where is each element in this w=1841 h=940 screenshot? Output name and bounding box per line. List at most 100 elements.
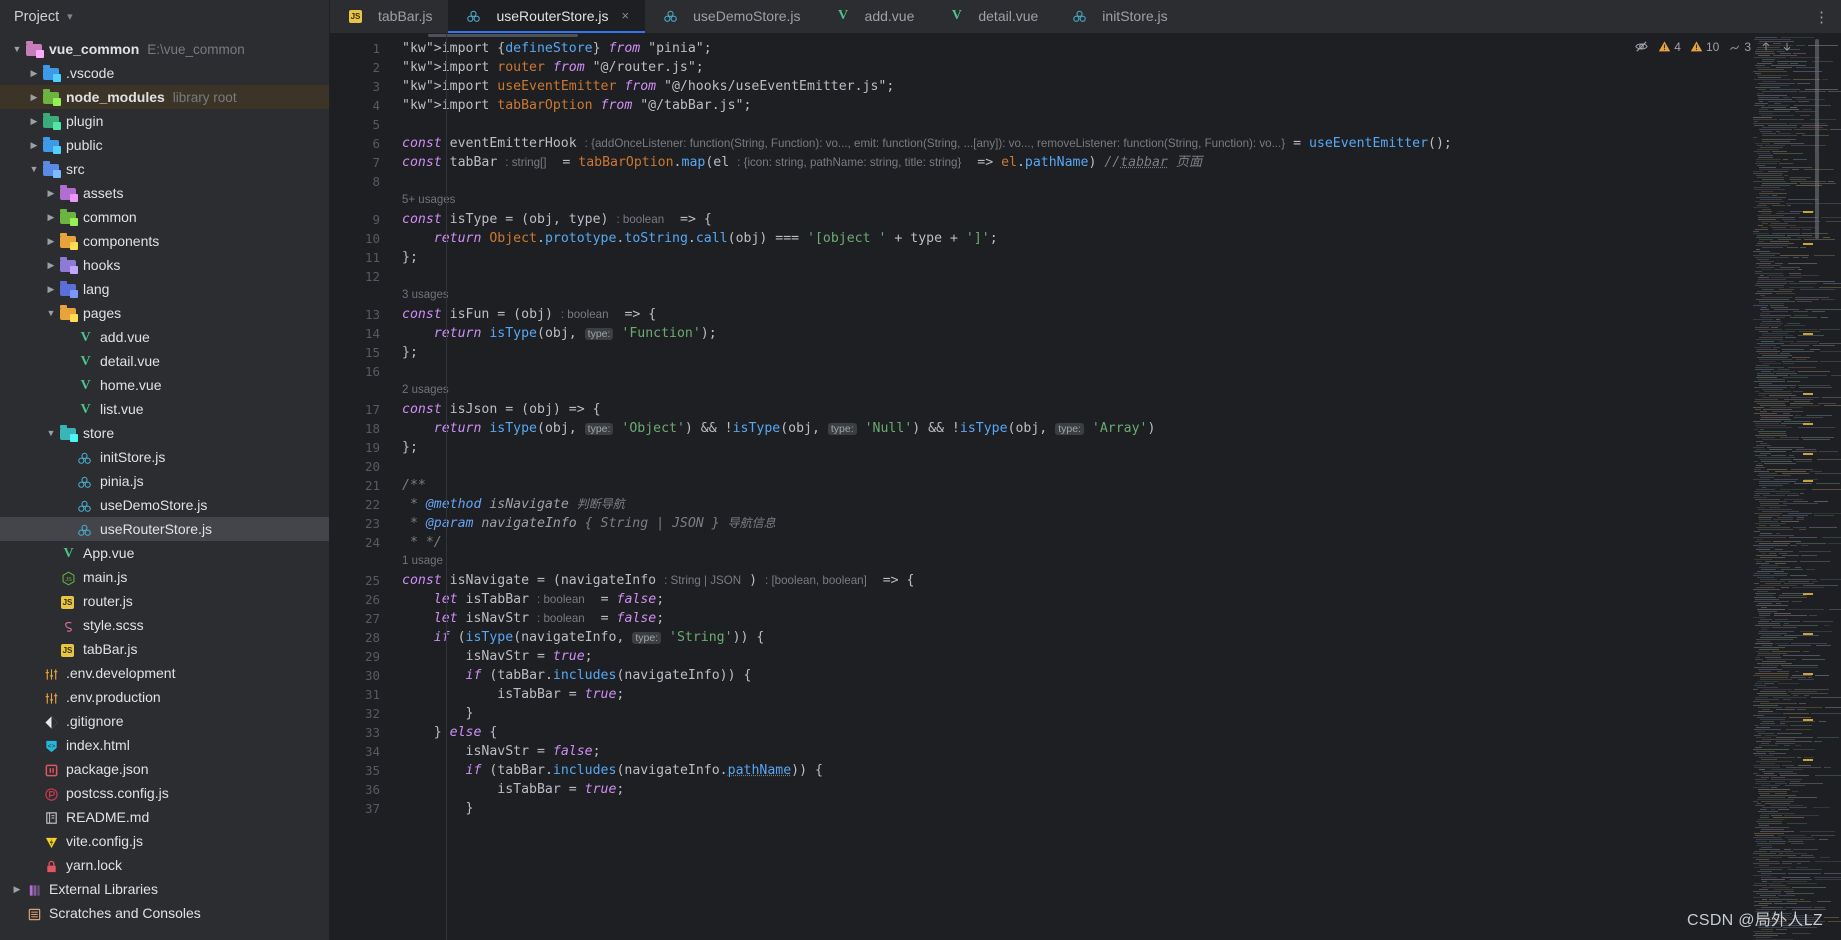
tree-item-components[interactable]: ▶ components xyxy=(0,229,329,253)
tree-item-pinia-js[interactable]: pinia.js xyxy=(0,469,329,493)
code-line[interactable]: const tabBar : string[] = tabBarOption.m… xyxy=(390,153,1841,172)
code-line[interactable]: } xyxy=(390,704,1841,723)
editor-tabbar[interactable]: JS tabBar.js useRouterStore.js × useDemoStor… xyxy=(330,0,1841,33)
code-line[interactable]: const isNavigate = (navigateInfo : Strin… xyxy=(390,571,1841,590)
code-line[interactable] xyxy=(390,115,1841,134)
tree-item-tabBar-js[interactable]: JS tabBar.js xyxy=(0,637,329,661)
code-line[interactable]: isTabBar = true; xyxy=(390,780,1841,799)
editor-tab-useDemoStore-js[interactable]: useDemoStore.js xyxy=(645,0,816,33)
tree-item-src[interactable]: ▼ src xyxy=(0,157,329,181)
code-line[interactable]: let isNavStr : boolean = false; xyxy=(390,609,1841,628)
chevron-down-icon[interactable]: ▼ xyxy=(10,44,24,54)
code-line[interactable]: * */ xyxy=(390,533,1841,552)
code-line[interactable]: const isFun = (obj) : boolean => { xyxy=(390,305,1841,324)
tree-item-hooks[interactable]: ▶ hooks xyxy=(0,253,329,277)
code-line[interactable]: * @param navigateInfo { String | JSON } … xyxy=(390,514,1841,533)
code-line[interactable]: isNavStr = true; xyxy=(390,647,1841,666)
tree-item-lang[interactable]: ▶ lang xyxy=(0,277,329,301)
usage-hint[interactable]: 2 usages xyxy=(390,381,1841,400)
code-line[interactable]: return Object.prototype.toString.call(ob… xyxy=(390,229,1841,248)
more-options-icon[interactable]: ⋮ xyxy=(1814,8,1829,26)
chevron-down-icon[interactable]: ▼ xyxy=(27,164,41,174)
tree-item-plugin[interactable]: ▶ plugin xyxy=(0,109,329,133)
code-line[interactable]: if (tabBar.includes(navigateInfo.pathNam… xyxy=(390,761,1841,780)
chevron-right-icon[interactable]: ▶ xyxy=(27,116,41,126)
code-line[interactable]: if (tabBar.includes(navigateInfo)) { xyxy=(390,666,1841,685)
tree-item--env-development[interactable]: .env.development xyxy=(0,661,329,685)
tree-item-main-js[interactable]: JS main.js xyxy=(0,565,329,589)
tree-item-home-vue[interactable]: Vhome.vue xyxy=(0,373,329,397)
code-line[interactable]: * @method isNavigate 判断导航 xyxy=(390,495,1841,514)
usage-hint[interactable]: 1 usage xyxy=(390,552,1841,571)
code-editor[interactable]: 1 2 3 4 5 6 7 8 9 10 11 12 13 14 15 16 17 18 19 20 21 22 23 24 2… xyxy=(330,33,1841,940)
chevron-down-icon[interactable]: ▼ xyxy=(44,428,58,438)
code-line[interactable] xyxy=(390,267,1841,286)
chevron-right-icon[interactable]: ▶ xyxy=(44,212,58,222)
chevron-right-icon[interactable]: ▶ xyxy=(44,188,58,198)
tree-item-postcss-config-js[interactable]: postcss.config.js xyxy=(0,781,329,805)
code-line[interactable]: return isType(obj, type: 'Function'); xyxy=(390,324,1841,343)
code-line[interactable] xyxy=(390,362,1841,381)
code-line[interactable]: "kw">import tabBarOption from "@/tabBar.… xyxy=(390,96,1841,115)
code-line[interactable]: if (isType(navigateInfo, type: 'String')… xyxy=(390,628,1841,647)
code-line[interactable]: const isJson = (obj) => { xyxy=(390,400,1841,419)
tree-item--gitignore[interactable]: .gitignore xyxy=(0,709,329,733)
tree-item-list-vue[interactable]: Vlist.vue xyxy=(0,397,329,421)
tree-item-External-Libraries[interactable]: ▶ External Libraries xyxy=(0,877,329,901)
chevron-down-icon[interactable]: ▼ xyxy=(44,308,58,318)
chevron-right-icon[interactable]: ▶ xyxy=(27,92,41,102)
editor-tab-initStore-js[interactable]: initStore.js xyxy=(1054,0,1183,33)
chevron-right-icon[interactable]: ▶ xyxy=(27,140,41,150)
code-line[interactable]: /** xyxy=(390,476,1841,495)
project-panel-header[interactable]: Project ▾ xyxy=(0,0,330,33)
code-line[interactable]: return isType(obj, type: 'Object') && !i… xyxy=(390,419,1841,438)
tree-item-useRouterStore-js[interactable]: useRouterStore.js xyxy=(0,517,329,541)
tree-item-App-vue[interactable]: V App.vue xyxy=(0,541,329,565)
tree-item-node_modules[interactable]: ▶ node_modules library root xyxy=(0,85,329,109)
code-line[interactable]: const isType = (obj, type) : boolean => … xyxy=(390,210,1841,229)
code-line[interactable]: } xyxy=(390,799,1841,818)
tree-item-initStore-js[interactable]: initStore.js xyxy=(0,445,329,469)
tree-item-router-js[interactable]: JS router.js xyxy=(0,589,329,613)
chevron-right-icon[interactable]: ▶ xyxy=(10,884,24,894)
project-tree[interactable]: ▼ vue_common E:\vue_common ▶ .vscode ▶ node_mo… xyxy=(0,33,330,940)
code-line[interactable]: let isTabBar : boolean = false; xyxy=(390,590,1841,609)
code-line[interactable] xyxy=(390,457,1841,476)
code-line[interactable]: isNavStr = false; xyxy=(390,742,1841,761)
code-line[interactable]: "kw">import {defineStore} from "pinia"; xyxy=(390,39,1841,58)
tree-item-pages[interactable]: ▼ pages xyxy=(0,301,329,325)
code-line[interactable]: const eventEmitterHook : {addOnceListene… xyxy=(390,134,1841,153)
editor-tab-useRouterStore-js[interactable]: useRouterStore.js × xyxy=(448,0,646,33)
editor-tab-tabBar-js[interactable]: JS tabBar.js xyxy=(330,0,448,33)
tree-item-detail-vue[interactable]: Vdetail.vue xyxy=(0,349,329,373)
tree-item--vscode[interactable]: ▶ .vscode xyxy=(0,61,329,85)
code-line[interactable]: }; xyxy=(390,438,1841,457)
chevron-down-icon[interactable]: ▾ xyxy=(67,10,73,23)
code-line[interactable]: }; xyxy=(390,248,1841,267)
code-line[interactable]: isTabBar = true; xyxy=(390,685,1841,704)
tree-item-Scratches-and-Consoles[interactable]: Scratches and Consoles xyxy=(0,901,329,925)
code-line[interactable] xyxy=(390,172,1841,191)
tree-item-useDemoStore-js[interactable]: useDemoStore.js xyxy=(0,493,329,517)
code-content[interactable]: "kw">import {defineStore} from "pinia"; "… xyxy=(390,33,1841,940)
close-icon[interactable]: × xyxy=(622,9,630,22)
tree-item-vite-config-js[interactable]: vite.config.js xyxy=(0,829,329,853)
code-line[interactable]: "kw">import router from "@/router.js"; xyxy=(390,58,1841,77)
editor-tab-add-vue[interactable]: Vadd.vue xyxy=(817,0,931,33)
tree-item-add-vue[interactable]: Vadd.vue xyxy=(0,325,329,349)
tree-item-store[interactable]: ▼ store xyxy=(0,421,329,445)
usage-hint[interactable]: 5+ usages xyxy=(390,191,1841,210)
chevron-right-icon[interactable]: ▶ xyxy=(44,284,58,294)
tree-item-vue_common[interactable]: ▼ vue_common E:\vue_common xyxy=(0,37,329,61)
code-line[interactable]: "kw">import useEventEmitter from "@/hook… xyxy=(390,77,1841,96)
tree-item-common[interactable]: ▶ common xyxy=(0,205,329,229)
tree-item-assets[interactable]: ▶ assets xyxy=(0,181,329,205)
tabbar-actions[interactable]: ⋮ xyxy=(1814,0,1841,33)
chevron-right-icon[interactable]: ▶ xyxy=(27,68,41,78)
code-line[interactable]: } else { xyxy=(390,723,1841,742)
code-line[interactable]: }; xyxy=(390,343,1841,362)
tree-item-README-md[interactable]: README.md xyxy=(0,805,329,829)
tree-item--env-production[interactable]: .env.production xyxy=(0,685,329,709)
tree-item-yarn-lock[interactable]: yarn.lock xyxy=(0,853,329,877)
tree-item-public[interactable]: ▶ public xyxy=(0,133,329,157)
